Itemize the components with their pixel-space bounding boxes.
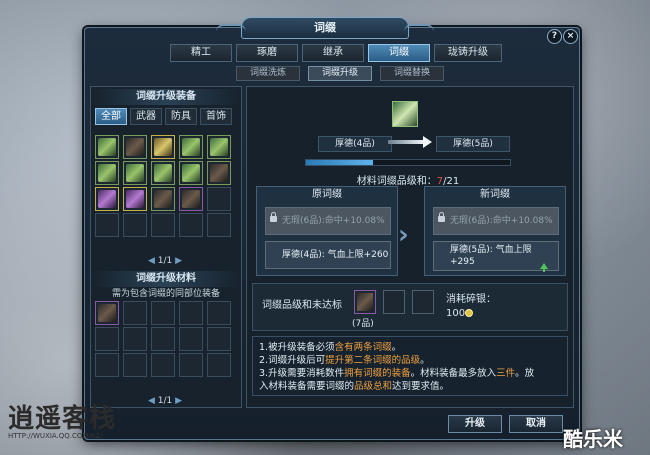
original-affix-row: 厚德(4品): 气血上限+260 (265, 241, 391, 269)
tab-forge-upgrade[interactable]: 珑铸升级 (434, 44, 502, 62)
new-affix-title: 新词缀 (480, 189, 510, 200)
help-button[interactable]: ? (547, 29, 562, 44)
material-grid (95, 301, 233, 377)
category-armor[interactable]: 防具 (165, 108, 197, 125)
tab-inherit[interactable]: 继承 (302, 44, 364, 62)
instructions-box: 1.被升级装备必须含有两条词缀。 2.词缀升级后可提升第二条词缀的品级。 3.升… (252, 336, 568, 396)
equip-slot[interactable] (95, 161, 119, 185)
subtab-affix-wash[interactable]: 词缀洗炼 (236, 66, 300, 81)
equip-slot[interactable] (123, 161, 147, 185)
chevron-right-icon: › (398, 220, 409, 250)
next-page-icon[interactable]: ▶ (172, 396, 182, 406)
empty-slot[interactable] (151, 327, 175, 351)
material-sum: 材料词缀品级和：7/21 (356, 176, 460, 187)
material-input-slot[interactable] (412, 290, 434, 314)
empty-slot[interactable] (151, 213, 175, 237)
empty-slot[interactable] (207, 353, 231, 377)
prev-page-icon[interactable]: ◀ (148, 396, 158, 406)
tab-refine[interactable]: 精工 (170, 44, 232, 62)
equip-slot[interactable] (123, 187, 147, 211)
subtab-affix-upgrade[interactable]: 词缀升级 (308, 66, 372, 81)
to-affix-name: 厚德(5品) (436, 136, 510, 152)
upgrade-progress-bar (305, 159, 511, 166)
category-all[interactable]: 全部 (95, 108, 127, 125)
silver-coin-icon (465, 309, 474, 317)
empty-slot[interactable] (123, 327, 147, 351)
empty-slot[interactable] (151, 353, 175, 377)
target-equip-icon[interactable] (392, 101, 418, 127)
empty-slot[interactable] (207, 301, 231, 325)
tab-affix[interactable]: 词缀 (368, 44, 430, 62)
tab-polish[interactable]: 琢磨 (236, 44, 298, 62)
upgrade-button[interactable]: 升级 (448, 415, 502, 433)
equip-section-title: 词缀升级装备 (91, 89, 241, 105)
material-input-slot[interactable] (354, 290, 376, 314)
category-weapon[interactable]: 武器 (130, 108, 162, 125)
equip-slot[interactable] (95, 187, 119, 211)
equip-slot[interactable] (151, 161, 175, 185)
empty-slot[interactable] (207, 187, 231, 211)
increase-arrow-icon (540, 263, 548, 272)
cost-display: 消耗碎银： 100 (446, 294, 496, 319)
empty-slot[interactable] (123, 353, 147, 377)
window-title: 词缀 (216, 17, 434, 39)
equip-slot[interactable] (123, 135, 147, 159)
equip-slot[interactable] (151, 187, 175, 211)
equip-slot[interactable] (151, 135, 175, 159)
equip-slot[interactable] (207, 135, 231, 159)
next-page-icon[interactable]: ▶ (172, 256, 182, 266)
material-slot[interactable] (95, 301, 119, 325)
empty-slot[interactable] (151, 301, 175, 325)
category-jewelry[interactable]: 首饰 (200, 108, 232, 125)
lock-icon (438, 212, 445, 222)
category-tabs: 全部 武器 防具 首饰 (95, 108, 232, 125)
equip-slot[interactable] (95, 135, 119, 159)
sub-tabs: 词缀洗炼 词缀升级 词缀替换 (236, 66, 444, 81)
empty-slot[interactable] (179, 213, 203, 237)
original-affix-box: 原词缀 无瑕(6品):命中+10.08% 厚德(4品): 气血上限+260 (256, 186, 398, 276)
empty-slot[interactable] (179, 301, 203, 325)
empty-slot[interactable] (179, 353, 203, 377)
from-affix-name: 厚德(4品) (318, 136, 392, 152)
cancel-button[interactable]: 取消 (509, 415, 563, 433)
equip-grid (95, 135, 233, 237)
equip-pager: ◀ 1/1 ▶ (147, 256, 183, 266)
material-input-slot[interactable] (383, 290, 405, 314)
empty-slot[interactable] (207, 213, 231, 237)
lock-icon (270, 212, 277, 222)
site-watermark: 酷乐米 (563, 427, 623, 451)
main-tabs: 精工 琢磨 继承 词缀 珑铸升级 (170, 44, 502, 62)
empty-slot[interactable] (95, 327, 119, 351)
material-status-label: 词缀品级和未达标 (262, 300, 342, 311)
original-affix-title: 原词缀 (312, 189, 342, 200)
empty-slot[interactable] (123, 301, 147, 325)
locked-affix-row: 无瑕(6品):命中+10.08% (433, 207, 559, 235)
arrow-right-icon (388, 136, 432, 148)
equip-slot[interactable] (179, 187, 203, 211)
empty-slot[interactable] (179, 327, 203, 351)
material-hint: 需为包含词缀的同部位装备 (111, 289, 220, 299)
progress-fill (306, 160, 374, 165)
equip-slot[interactable] (179, 161, 203, 185)
locked-affix-row: 无瑕(6品):命中+10.08% (265, 207, 391, 235)
prev-page-icon[interactable]: ◀ (148, 256, 158, 266)
empty-slot[interactable] (207, 327, 231, 351)
game-logo: 逍遥客栈 HTTP://WUXIA.QQ.COM/KZ/ (8, 404, 117, 440)
empty-slot[interactable] (123, 213, 147, 237)
empty-slot[interactable] (95, 353, 119, 377)
equip-slot[interactable] (179, 135, 203, 159)
material-section-title: 词缀升级材料 (91, 271, 241, 287)
material-pager: ◀ 1/1 ▶ (147, 396, 183, 406)
close-button[interactable]: × (563, 29, 578, 44)
subtab-affix-replace[interactable]: 词缀替换 (380, 66, 444, 81)
equip-slot[interactable] (207, 161, 231, 185)
material-slot-caption: (7品) (352, 319, 374, 329)
empty-slot[interactable] (95, 213, 119, 237)
